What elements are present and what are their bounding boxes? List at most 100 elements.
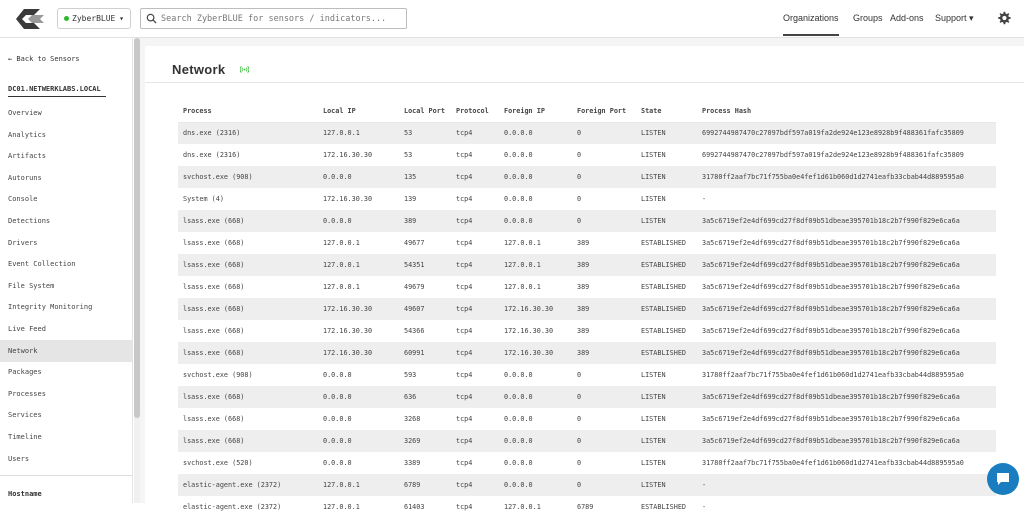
sidebar-item-analytics[interactable]: Analytics [0, 124, 133, 146]
table-cell: 172.16.30.30 [323, 298, 404, 320]
sidebar-item-network[interactable]: Network [0, 339, 133, 362]
table-cell: 389 [577, 239, 590, 247]
table-row[interactable]: elastic-agent.exe (2372) 127.0.0.1 61403 tc… [178, 496, 996, 518]
table-cell: tcp4 [456, 151, 473, 159]
chat-icon [997, 473, 1009, 485]
sidebar-item-console[interactable]: Console [0, 188, 133, 210]
table-cell: 49679 [404, 283, 425, 291]
table-cell: lsass.exe (668) [178, 298, 323, 320]
nav-groups[interactable]: Groups [853, 13, 883, 23]
sidebar-item-overview[interactable]: Overview [0, 102, 133, 124]
sidebar-item-live-feed[interactable]: Live Feed [0, 318, 133, 340]
table-row[interactable]: lsass.exe (668) 0.0.0.0 389 tcp4 0.0.0.0 0 LIS… [178, 210, 996, 232]
nav-support[interactable]: Support ▾ [935, 13, 974, 24]
table-cell: 0 [577, 459, 582, 467]
table-row[interactable]: lsass.exe (668) 127.0.0.1 49677 tcp4 127.0.0… [178, 232, 996, 254]
table-cell: ESTABLISHED [641, 503, 687, 511]
column-header[interactable]: Foreign Port [577, 101, 641, 123]
zyberblue-logo[interactable] [10, 5, 46, 33]
sidebar-item-event-collection[interactable]: Event Collection [0, 253, 133, 275]
column-header[interactable]: Protocol [456, 101, 504, 123]
table-cell: 172.16.30.30 [323, 342, 404, 364]
sidebar-item-autoruns[interactable]: Autoruns [0, 167, 133, 189]
sidebar-item-packages[interactable]: Packages [0, 361, 133, 383]
table-cell: 0.0.0.0 [504, 166, 577, 188]
table-cell: 6992744987470c27097bdf597a019fa2de924e12… [702, 151, 964, 159]
table-cell: 3a5c6719ef2e4df699cd27f8df09b51dbeae3957… [702, 327, 960, 335]
table-cell: tcp4 [456, 430, 504, 452]
table-row[interactable]: lsass.exe (668) 0.0.0.0 3269 tcp4 0.0.0.0 0 LI… [178, 430, 996, 452]
search-box[interactable] [140, 8, 407, 29]
sidebar-item-timeline[interactable]: Timeline [0, 426, 133, 448]
table-row[interactable]: lsass.exe (668) 0.0.0.0 636 tcp4 0.0.0.0 0 LIS… [178, 386, 996, 408]
column-header[interactable]: Local IP [323, 101, 404, 123]
search-input[interactable] [161, 11, 401, 26]
table-cell: 127.0.0.1 [323, 239, 360, 247]
table-row[interactable]: lsass.exe (668) 172.16.30.30 54366 tcp4 172.… [178, 320, 996, 342]
sidebar-item-artifacts[interactable]: Artifacts [0, 145, 133, 167]
sidebar-item-users[interactable]: Users [0, 448, 133, 470]
table-cell: 0 [577, 166, 641, 188]
table-cell: 0.0.0.0 [504, 195, 533, 203]
org-selector[interactable]: ZyberBLUE ▾ [57, 8, 131, 29]
table-cell: 3a5c6719ef2e4df699cd27f8df09b51dbeae3957… [702, 415, 960, 423]
table-row[interactable]: System (4) 172.16.30.30 139 tcp4 0.0.0.0 0 LIS… [178, 188, 996, 210]
table-cell: 127.0.0.1 [323, 122, 404, 144]
column-header[interactable]: Process Hash [702, 101, 996, 123]
nav-organizations[interactable]: Organizations [783, 13, 839, 36]
table-cell: elastic-agent.exe (2372) [183, 503, 282, 511]
table-row[interactable]: lsass.exe (668) 0.0.0.0 3268 tcp4 0.0.0.0 0 LI… [178, 408, 996, 430]
table-cell: tcp4 [456, 122, 504, 144]
sidebar-item-file-system[interactable]: File System [0, 275, 133, 297]
table-row[interactable]: elastic-agent.exe (2372) 127.0.0.1 6789 tcp… [178, 474, 996, 496]
table-row[interactable]: svchost.exe (908) 0.0.0.0 593 tcp4 0.0.0.0 0 L… [178, 364, 996, 386]
table-cell: 389 [577, 283, 590, 291]
sidebar-item-detections[interactable]: Detections [0, 210, 133, 232]
table-cell: ESTABLISHED [641, 327, 687, 335]
sidebar-item-services[interactable]: Services [0, 404, 133, 426]
table-cell: 6789 [577, 503, 594, 511]
table-cell: svchost.exe (520) [183, 459, 253, 467]
table-cell: tcp4 [456, 503, 473, 511]
table-row[interactable]: svchost.exe (908) 0.0.0.0 135 tcp4 0.0.0.0 0 L… [178, 166, 996, 188]
table-row[interactable]: lsass.exe (668) 172.16.30.30 49607 tcp4 172.… [178, 298, 996, 320]
column-header[interactable]: State [641, 101, 702, 123]
table-cell: 3a5c6719ef2e4df699cd27f8df09b51dbeae3957… [702, 386, 996, 408]
table-cell: LISTEN [641, 195, 666, 203]
table-cell: svchost.exe (908) [178, 166, 323, 188]
table-cell: 0.0.0.0 [504, 210, 577, 232]
network-table: Process Local IP Local Port Protocol Foreign… [178, 101, 996, 518]
table-row[interactable]: dns.exe (2316) 127.0.0.1 53 tcp4 0.0.0.0 0 LIS… [178, 122, 996, 144]
nav-add-ons[interactable]: Add-ons [890, 13, 924, 23]
table-cell: LISTEN [641, 430, 702, 452]
column-header[interactable]: Process [178, 101, 323, 123]
table-row[interactable]: lsass.exe (668) 127.0.0.1 54351 tcp4 127.0.0… [178, 254, 996, 276]
table-cell: LISTEN [641, 459, 666, 467]
table-cell: 389 [577, 254, 641, 276]
table-cell: LISTEN [641, 122, 702, 144]
table-row[interactable]: svchost.exe (520) 0.0.0.0 3389 tcp4 0.0.0.0 0… [178, 452, 996, 474]
table-row[interactable]: lsass.exe (668) 172.16.30.30 60991 tcp4 172.… [178, 342, 996, 364]
gear-icon[interactable] [997, 11, 1011, 25]
column-header[interactable]: Local Port [404, 101, 456, 123]
table-cell: elastic-agent.exe (2372) [178, 474, 323, 496]
table-cell: 593 [404, 371, 417, 379]
sidebar-item-integrity-monitoring[interactable]: Integrity Monitoring [0, 296, 133, 318]
table-cell: 54366 [404, 327, 425, 335]
back-to-sensors-link[interactable]: ← Back to Sensors [8, 55, 80, 63]
nav-support-label: Support [935, 13, 967, 23]
table-cell: LISTEN [641, 415, 666, 423]
table-cell: 389 [577, 342, 641, 364]
sidebar-item-processes[interactable]: Processes [0, 383, 133, 405]
main-content: Network Process Local IP Local Port Protoco… [140, 38, 1024, 511]
chat-button[interactable] [987, 463, 1019, 495]
table-row[interactable]: lsass.exe (668) 127.0.0.1 49679 tcp4 127.0.0… [178, 276, 996, 298]
table-cell: 3269 [404, 430, 456, 452]
sidebar-item-drivers[interactable]: Drivers [0, 232, 133, 254]
table-row[interactable]: dns.exe (2316) 172.16.30.30 53 tcp4 0.0.0.0 0… [178, 144, 996, 166]
table-header-row: Process Local IP Local Port Protocol Foreign… [178, 101, 996, 123]
table-cell: dns.exe (2316) [178, 122, 323, 144]
column-header[interactable]: Foreign IP [504, 101, 577, 123]
chevron-down-icon: ▾ [969, 13, 974, 23]
table-cell: 49607 [404, 298, 456, 320]
